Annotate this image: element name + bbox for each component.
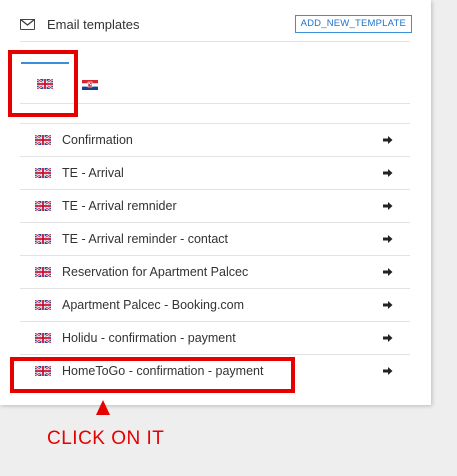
template-row[interactable]: TE - Arrival remnider bbox=[20, 189, 410, 222]
up-arrow-pointer-icon bbox=[96, 400, 110, 415]
tabs-divider bbox=[20, 103, 410, 104]
english-flag-icon bbox=[35, 234, 51, 244]
template-row[interactable]: Holidu - confirmation - payment bbox=[20, 321, 410, 354]
template-row[interactable]: TE - Arrival reminder - contact bbox=[20, 222, 410, 255]
english-flag-icon bbox=[35, 201, 51, 211]
panel-header: Email templates ADD_NEW_TEMPLATE bbox=[20, 14, 412, 34]
template-label: TE - Arrival bbox=[62, 166, 124, 180]
template-label: HomeToGo - confirmation - payment bbox=[62, 364, 264, 378]
add-new-template-button[interactable]: ADD_NEW_TEMPLATE bbox=[294, 15, 412, 33]
template-label: Apartment Palcec - Booking.com bbox=[62, 298, 245, 312]
template-label: Confirmation bbox=[62, 133, 133, 147]
email-templates-panel: Email templates ADD_NEW_TEMPLATE Confirm… bbox=[0, 0, 431, 405]
english-flag-icon bbox=[35, 168, 51, 178]
arrow-right-icon[interactable] bbox=[383, 132, 393, 144]
arrow-right-icon[interactable] bbox=[383, 363, 393, 375]
template-label: Reservation for Apartment Palcec bbox=[62, 265, 249, 279]
header-divider bbox=[20, 41, 410, 42]
envelope-icon bbox=[20, 18, 35, 30]
arrow-right-icon[interactable] bbox=[383, 297, 393, 309]
arrow-right-icon[interactable] bbox=[383, 231, 393, 243]
arrow-right-icon[interactable] bbox=[383, 198, 393, 210]
page-title: Email templates bbox=[47, 16, 140, 32]
croatian-flag-icon bbox=[82, 79, 98, 90]
english-flag-icon bbox=[35, 366, 51, 376]
english-flag-icon bbox=[35, 300, 51, 310]
template-row[interactable]: Apartment Palcec - Booking.com bbox=[20, 288, 410, 321]
english-flag-icon bbox=[35, 135, 51, 145]
template-row[interactable]: Reservation for Apartment Palcec bbox=[20, 255, 410, 288]
english-flag-icon bbox=[35, 267, 51, 277]
english-flag-icon bbox=[37, 79, 53, 89]
english-flag-icon bbox=[35, 333, 51, 343]
arrow-right-icon[interactable] bbox=[383, 264, 393, 276]
template-row[interactable]: HomeToGo - confirmation - payment bbox=[20, 354, 410, 387]
arrow-right-icon[interactable] bbox=[383, 165, 393, 177]
arrow-right-icon[interactable] bbox=[383, 330, 393, 342]
template-row[interactable]: Confirmation bbox=[20, 123, 410, 156]
annotation-text: CLICK ON IT bbox=[47, 428, 165, 449]
template-label: Holidu - confirmation - payment bbox=[62, 331, 236, 345]
template-row[interactable]: TE - Arrival bbox=[20, 156, 410, 189]
template-label: TE - Arrival reminder - contact bbox=[62, 232, 229, 246]
tab-croatian[interactable] bbox=[82, 76, 98, 94]
template-list: Confirmation TE - Arrival TE - Arrival rem… bbox=[20, 123, 410, 387]
tab-english[interactable] bbox=[21, 62, 69, 104]
template-label: TE - Arrival remnider bbox=[62, 199, 177, 213]
